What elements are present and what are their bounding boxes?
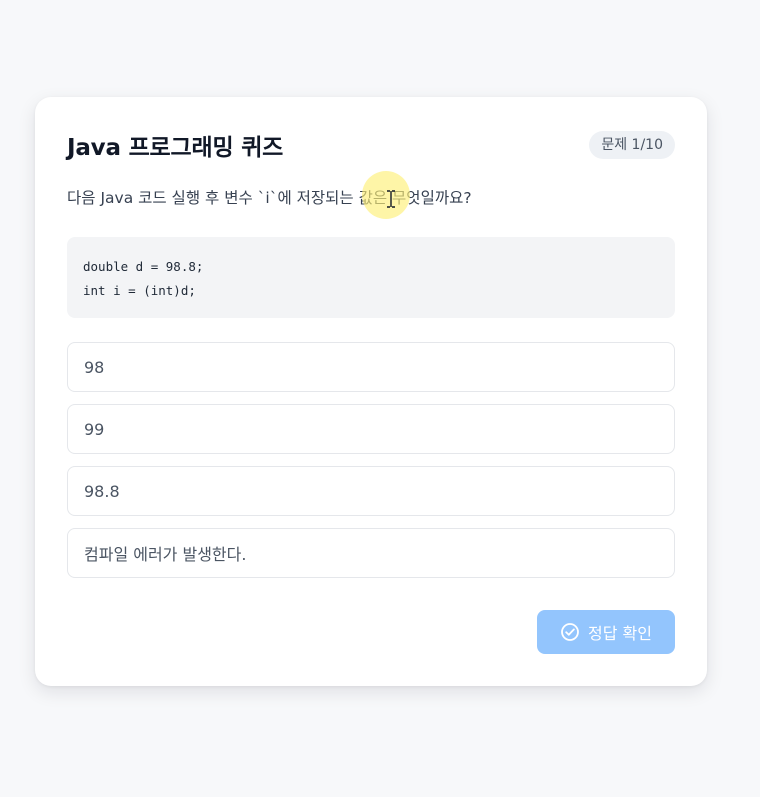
quiz-title: Java 프로그래밍 퀴즈 xyxy=(67,135,284,161)
progress-badge: 문제 1/10 xyxy=(589,131,675,159)
answer-option-1[interactable]: 98 xyxy=(67,342,675,392)
quiz-card: Java 프로그래밍 퀴즈 문제 1/10 다음 Java 코드 실행 후 변수… xyxy=(35,97,707,686)
submit-button-label: 정답 확인 xyxy=(588,624,652,643)
answer-option-3[interactable]: 98.8 xyxy=(67,466,675,516)
quiz-header: Java 프로그래밍 퀴즈 문제 1/10 xyxy=(67,127,675,163)
code-block: double d = 98.8; int i = (int)d; xyxy=(67,237,675,318)
answer-option-label: 98 xyxy=(84,357,105,377)
code-line: int i = (int)d; xyxy=(83,283,196,298)
check-circle-icon xyxy=(560,622,580,642)
answer-option-label: 99 xyxy=(84,419,105,439)
quiz-page: Java 프로그래밍 퀴즈 문제 1/10 다음 Java 코드 실행 후 변수… xyxy=(0,0,760,797)
answer-option-label: 98.8 xyxy=(84,481,120,501)
answer-options: 98 99 98.8 컴파일 에러가 발생한다. xyxy=(67,342,675,590)
answer-option-4[interactable]: 컴파일 에러가 발생한다. xyxy=(67,528,675,578)
answer-option-label: 컴파일 에러가 발생한다. xyxy=(84,545,247,564)
submit-answer-button[interactable]: 정답 확인 xyxy=(537,610,675,654)
answer-option-2[interactable]: 99 xyxy=(67,404,675,454)
question-text: 다음 Java 코드 실행 후 변수 `i`에 저장되는 값은 무엇일까요? xyxy=(67,189,472,207)
code-line: double d = 98.8; xyxy=(83,259,204,274)
